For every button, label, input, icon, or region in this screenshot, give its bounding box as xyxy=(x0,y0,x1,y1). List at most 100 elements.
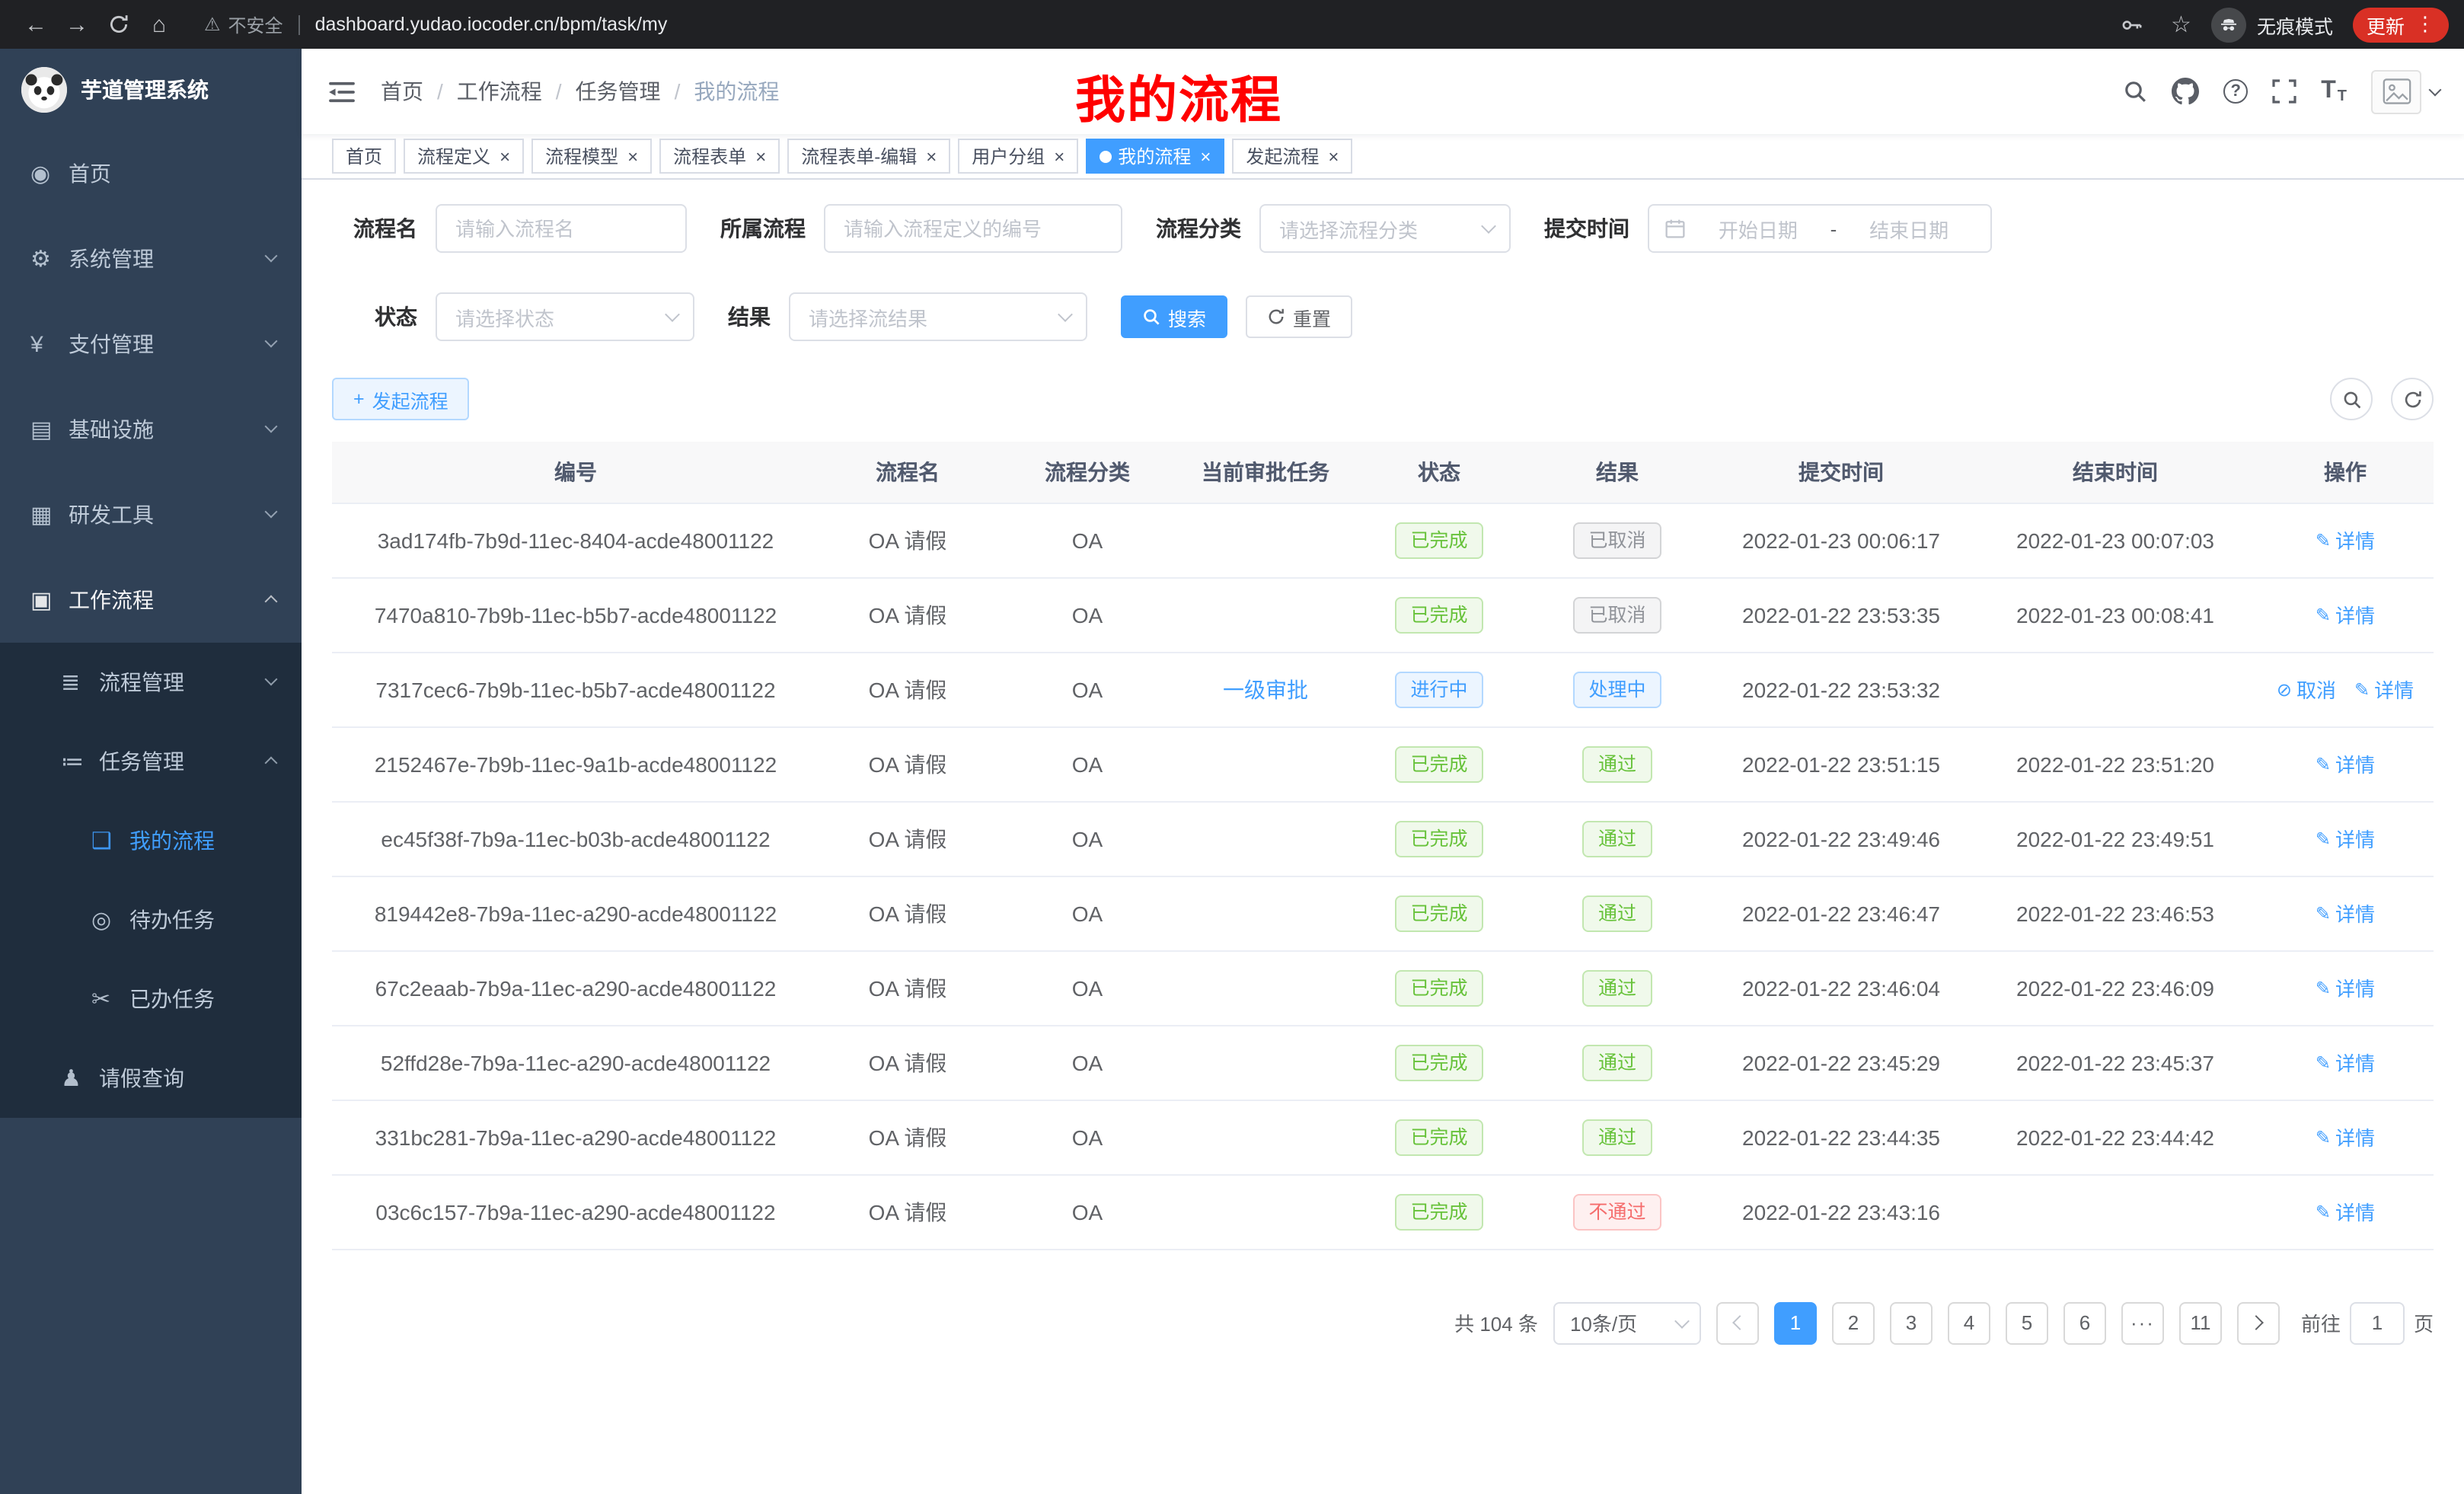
tab-close-icon[interactable]: × xyxy=(1200,147,1211,165)
sidebar-item-done-tasks[interactable]: ✂已办任务 xyxy=(0,959,302,1039)
edit-icon: ✎ xyxy=(2316,1126,2331,1148)
bookmark-star-icon[interactable]: ☆ xyxy=(2171,11,2191,38)
sidebar-item-system[interactable]: ⚙系统管理 xyxy=(0,216,302,302)
sidebar-item-process-mgmt[interactable]: ≣流程管理 xyxy=(0,643,302,722)
page-size-select[interactable]: 10条/页 xyxy=(1553,1301,1701,1344)
search-button[interactable]: 搜索 xyxy=(1121,295,1227,338)
page-button[interactable]: 5 xyxy=(2006,1301,2048,1344)
home-button[interactable]: ⌂ xyxy=(139,3,180,46)
sidebar-toggle-icon[interactable] xyxy=(329,80,355,103)
tab-4[interactable]: 流程表单-编辑× xyxy=(787,139,950,174)
tab-1[interactable]: 流程定义× xyxy=(404,139,524,174)
security-chip[interactable]: ⚠ 不安全 xyxy=(204,11,283,37)
breadcrumb-item: 我的流程 xyxy=(694,76,779,107)
page-button[interactable]: 11 xyxy=(2179,1301,2222,1344)
tab-3[interactable]: 流程表单× xyxy=(659,139,780,174)
password-key-icon[interactable] xyxy=(2110,3,2151,46)
detail-link[interactable]: ✎详情 xyxy=(2316,525,2375,554)
process-id-input[interactable] xyxy=(824,204,1122,253)
address-bar[interactable]: ⚠ 不安全 dashboard.yudao.iocoder.cn/bpm/tas… xyxy=(204,11,2110,37)
tab-0[interactable]: 首页 xyxy=(332,139,396,174)
page-button[interactable]: 4 xyxy=(1948,1301,1990,1344)
tab-close-icon[interactable]: × xyxy=(926,147,937,165)
pager-more-button[interactable]: ··· xyxy=(2121,1301,2164,1344)
app-logo: 芋道管理系统 xyxy=(0,49,302,131)
status-select[interactable]: 请选择状态 xyxy=(436,292,694,341)
tab-2[interactable]: 流程模型× xyxy=(531,139,652,174)
table-row: 52ffd28e-7b9a-11ec-a290-acde48001122OA 请… xyxy=(332,1025,2434,1100)
cancel-link[interactable]: ⊘取消 xyxy=(2277,675,2336,704)
status-cell: 已完成 xyxy=(1352,726,1526,801)
result-badge: 通过 xyxy=(1583,1044,1652,1081)
detail-link[interactable]: ✎详情 xyxy=(2316,1197,2375,1226)
tab-close-icon[interactable]: × xyxy=(500,147,510,165)
detail-link[interactable]: ✎详情 xyxy=(2316,1122,2375,1151)
reset-button[interactable]: 重置 xyxy=(1246,295,1352,338)
process-id-cell: 7470a810-7b9b-11ec-b5b7-acde48001122 xyxy=(332,577,819,652)
result-cell: 通过 xyxy=(1526,726,1709,801)
tab-close-icon[interactable]: × xyxy=(755,147,766,165)
tab-5[interactable]: 用户分组× xyxy=(958,139,1078,174)
detail-link[interactable]: ✎详情 xyxy=(2316,1048,2375,1077)
breadcrumb-item[interactable]: 工作流程 xyxy=(457,76,542,107)
update-button[interactable]: 更新 ⋮ xyxy=(2353,7,2449,42)
font-size-icon[interactable]: TT xyxy=(2321,78,2347,105)
browser-menu-icon[interactable]: ⋮ xyxy=(2415,12,2435,37)
sidebar-item-workflow[interactable]: ▣工作流程 xyxy=(0,557,302,643)
detail-link[interactable]: ✎详情 xyxy=(2316,899,2375,927)
breadcrumb-item[interactable]: 首页 xyxy=(381,76,423,107)
toggle-search-button[interactable] xyxy=(2330,378,2373,420)
submit-time-range-picker[interactable]: 开始日期 - 结束日期 xyxy=(1648,204,1992,253)
tab-close-icon[interactable]: × xyxy=(1328,147,1339,165)
tab-close-icon[interactable]: × xyxy=(627,147,638,165)
sidebar-item-todo-tasks[interactable]: ◎待办任务 xyxy=(0,880,302,959)
detail-link[interactable]: ✎详情 xyxy=(2354,675,2414,704)
detail-link[interactable]: ✎详情 xyxy=(2316,824,2375,853)
sidebar-item-payment[interactable]: ¥支付管理 xyxy=(0,302,302,387)
help-icon[interactable]: ? xyxy=(2223,79,2248,104)
chat-bubble-icon: ❑ xyxy=(91,827,129,854)
search-icon[interactable] xyxy=(2123,79,2147,104)
sidebar-item-my-process[interactable]: ❑我的流程 xyxy=(0,801,302,880)
status-label: 状态 xyxy=(332,302,436,332)
page-button[interactable]: 6 xyxy=(2063,1301,2106,1344)
sidebar-item-task-mgmt[interactable]: ≔任务管理 xyxy=(0,722,302,801)
detail-link[interactable]: ✎详情 xyxy=(2316,600,2375,629)
category-select[interactable]: 请选择流程分类 xyxy=(1259,204,1511,253)
result-badge: 通过 xyxy=(1583,745,1652,782)
process-name-input[interactable] xyxy=(436,204,687,253)
fullscreen-icon[interactable] xyxy=(2272,79,2296,104)
sidebar-item-devtools[interactable]: ▦研发工具 xyxy=(0,472,302,557)
tab-7[interactable]: 发起流程× xyxy=(1232,139,1352,174)
current-task-link[interactable]: 一级审批 xyxy=(1223,677,1308,701)
prev-page-button[interactable] xyxy=(1716,1301,1759,1344)
create-process-button[interactable]: + 发起流程 xyxy=(332,378,470,420)
tab-close-icon[interactable]: × xyxy=(1054,147,1064,165)
result-select[interactable]: 请选择流结果 xyxy=(789,292,1087,341)
tab-6[interactable]: 我的流程× xyxy=(1086,139,1224,174)
page-button[interactable]: 1 xyxy=(1774,1301,1817,1344)
user-avatar[interactable] xyxy=(2371,69,2440,113)
refresh-table-button[interactable] xyxy=(2391,378,2434,420)
goto-page-input[interactable] xyxy=(2350,1301,2405,1344)
sidebar-item-home[interactable]: ◉首页 xyxy=(0,131,302,216)
submit-time-cell: 2022-01-22 23:45:29 xyxy=(1709,1025,1974,1100)
process-id-cell: 331bc281-7b9a-11ec-a290-acde48001122 xyxy=(332,1100,819,1174)
category-cell: OA xyxy=(996,726,1179,801)
forward-button[interactable]: → xyxy=(56,3,97,46)
github-icon[interactable] xyxy=(2172,78,2199,105)
next-page-button[interactable] xyxy=(2237,1301,2280,1344)
back-button[interactable]: ← xyxy=(15,3,56,46)
page-button[interactable]: 3 xyxy=(1890,1301,1933,1344)
breadcrumb-item[interactable]: 任务管理 xyxy=(576,76,661,107)
sidebar-item-infrastructure[interactable]: ▤基础设施 xyxy=(0,387,302,472)
page-button[interactable]: 2 xyxy=(1832,1301,1875,1344)
column-header: 状态 xyxy=(1352,442,1526,503)
reload-button[interactable] xyxy=(97,3,139,46)
detail-link[interactable]: ✎详情 xyxy=(2316,749,2375,778)
action-label: 详情 xyxy=(2335,1197,2375,1226)
actions-cell: ✎详情 xyxy=(2257,726,2434,801)
actions-cell: ✎详情 xyxy=(2257,577,2434,652)
sidebar-item-leave-query[interactable]: ♟请假查询 xyxy=(0,1039,302,1118)
detail-link[interactable]: ✎详情 xyxy=(2316,973,2375,1002)
